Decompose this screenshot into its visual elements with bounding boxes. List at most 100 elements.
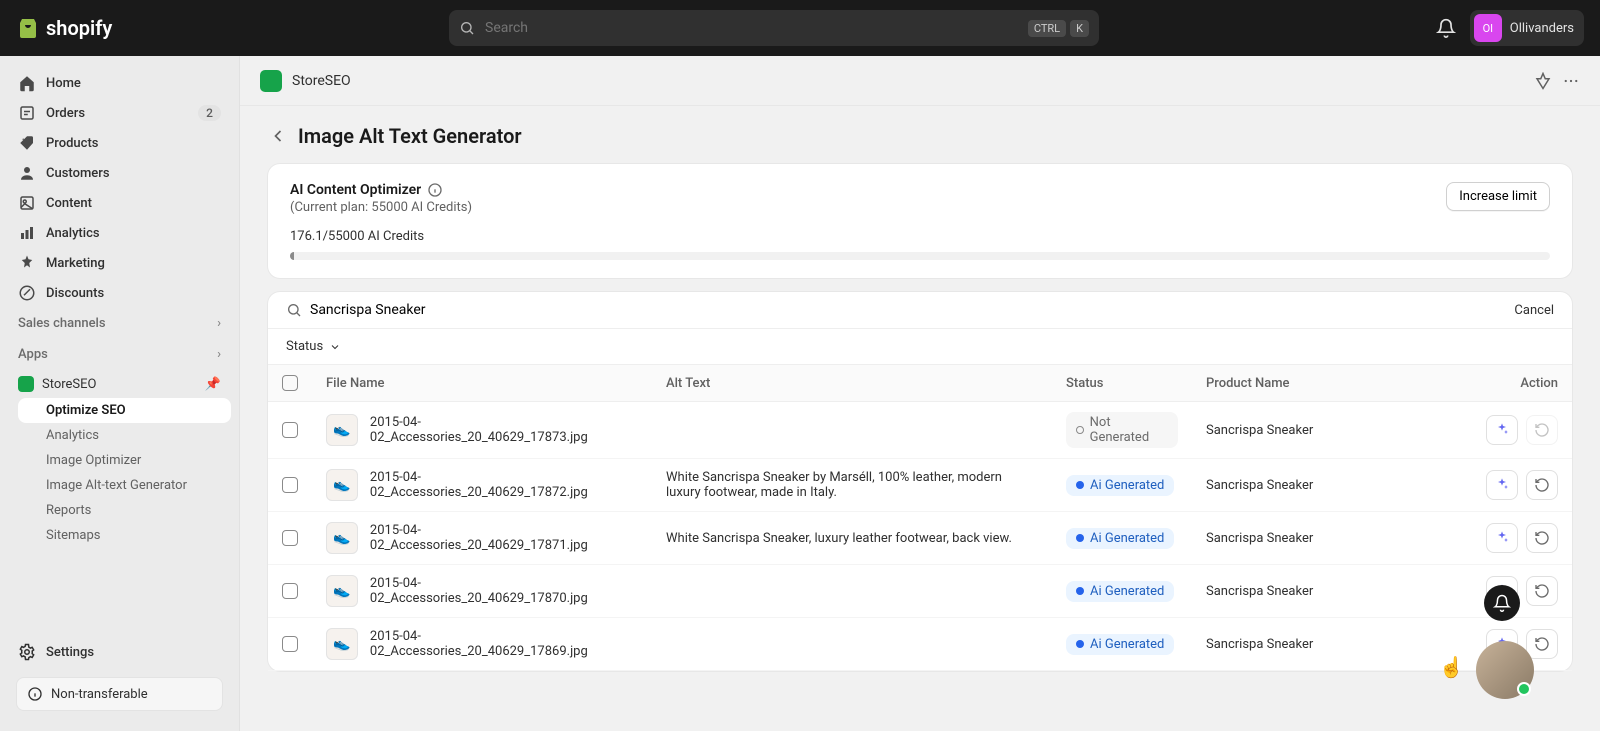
undo-button[interactable] (1526, 576, 1558, 606)
generate-button[interactable] (1486, 415, 1518, 445)
sidebar-item-alt-generator[interactable]: Image Alt-text Generator (18, 473, 231, 498)
app-name: StoreSEO (292, 73, 351, 89)
table-search-input[interactable] (310, 302, 1504, 318)
home-icon (18, 74, 36, 92)
sidebar-item-storeseo[interactable]: StoreSEO 📌 (8, 370, 231, 398)
nav-content[interactable]: Content (8, 188, 231, 218)
nav-marketing[interactable]: Marketing (8, 248, 231, 278)
select-all-checkbox[interactable] (282, 375, 298, 391)
undo-button[interactable] (1526, 470, 1558, 500)
image-opt-label: Image Optimizer (46, 453, 141, 468)
alt-text-cell (652, 618, 1052, 671)
product-name: Sancrispa Sneaker (1192, 565, 1452, 618)
sidebar: Home Orders2 Products Customers Content … (0, 56, 240, 731)
col-alt: Alt Text (652, 365, 1052, 402)
row-checkbox[interactable] (282, 477, 298, 493)
search-input[interactable] (485, 20, 1018, 36)
app-analytics-label: Analytics (46, 428, 99, 443)
apps-label: Apps (18, 347, 48, 362)
generate-button[interactable] (1486, 470, 1518, 500)
status-filter[interactable]: Status (286, 339, 341, 354)
table-row: 👟2015-04-02_Accessories_20_40629_17873.j… (268, 402, 1572, 459)
nav-home[interactable]: Home (8, 68, 231, 98)
row-checkbox[interactable] (282, 583, 298, 599)
product-name: Sancrispa Sneaker (1192, 618, 1452, 671)
credits-card: AI Content Optimizer (Current plan: 5500… (268, 164, 1572, 278)
col-product: Product Name (1192, 365, 1452, 402)
shopify-logo[interactable]: shopify (16, 16, 112, 40)
alt-gen-label: Image Alt-text Generator (46, 478, 187, 493)
info-icon[interactable] (427, 182, 443, 198)
apps-header[interactable]: Apps› (8, 339, 231, 370)
generate-button[interactable] (1486, 523, 1518, 553)
global-search[interactable]: CTRL K (449, 10, 1099, 46)
analytics-icon (18, 224, 36, 242)
back-button[interactable] (268, 126, 288, 146)
nav-customers-label: Customers (46, 166, 110, 181)
nav-orders[interactable]: Orders2 (8, 98, 231, 128)
sidebar-item-optimize-seo[interactable]: Optimize SEO (18, 398, 231, 423)
row-checkbox[interactable] (282, 530, 298, 546)
pin-icon[interactable]: 📌 (205, 377, 221, 392)
alt-text-cell (652, 565, 1052, 618)
undo-button[interactable] (1526, 523, 1558, 553)
gear-icon (18, 643, 36, 661)
shortcut-hint: CTRL K (1028, 20, 1089, 37)
product-name: Sancrispa Sneaker (1192, 459, 1452, 512)
username: Ollivanders (1510, 21, 1574, 36)
content-icon (18, 194, 36, 212)
status-badge: Not Generated (1066, 412, 1178, 448)
file-name: 2015-04-02_Accessories_20_40629_17871.jp… (370, 523, 638, 553)
file-name: 2015-04-02_Accessories_20_40629_17872.jp… (370, 470, 638, 500)
orders-icon (18, 104, 36, 122)
nav-orders-label: Orders (46, 106, 85, 121)
nav-analytics[interactable]: Analytics (8, 218, 231, 248)
credits-text: 176.1/55000 AI Credits (290, 229, 1550, 244)
progress-fill (290, 252, 294, 260)
row-checkbox[interactable] (282, 636, 298, 652)
bell-icon (1493, 594, 1511, 612)
nav-products[interactable]: Products (8, 128, 231, 158)
more-icon[interactable] (1562, 72, 1580, 90)
nav-marketing-label: Marketing (46, 256, 105, 271)
info-icon (27, 686, 43, 702)
sidebar-item-analytics[interactable]: Analytics (18, 423, 231, 448)
sidebar-item-image-optimizer[interactable]: Image Optimizer (18, 448, 231, 473)
storeseo-app-icon (18, 376, 34, 392)
table-row: 👟2015-04-02_Accessories_20_40629_17870.j… (268, 565, 1572, 618)
marketing-icon (18, 254, 36, 272)
nav-settings[interactable]: Settings (8, 635, 231, 669)
thumbnail: 👟 (326, 575, 358, 607)
chat-widget[interactable] (1476, 641, 1534, 699)
undo-button (1526, 415, 1558, 445)
chevron-right-icon: › (217, 316, 221, 331)
row-checkbox[interactable] (282, 422, 298, 438)
undo-button[interactable] (1526, 629, 1558, 659)
nav-customers[interactable]: Customers (8, 158, 231, 188)
table-row: 👟2015-04-02_Accessories_20_40629_17871.j… (268, 512, 1572, 565)
settings-label: Settings (46, 645, 94, 660)
cancel-button[interactable]: Cancel (1514, 303, 1554, 318)
reports-label: Reports (46, 503, 91, 518)
user-menu[interactable]: Ol Ollivanders (1470, 10, 1584, 46)
status-dot (1076, 640, 1084, 648)
non-transferable-label: Non-transferable (51, 687, 148, 702)
increase-limit-button[interactable]: Increase limit (1446, 182, 1550, 211)
floating-notifications[interactable] (1484, 585, 1520, 621)
table-row: 👟2015-04-02_Accessories_20_40629_17869.j… (268, 618, 1572, 671)
sidebar-storeseo-label: StoreSEO (42, 377, 97, 392)
kbd-ctrl: CTRL (1028, 20, 1066, 37)
nav-discounts[interactable]: Discounts (8, 278, 231, 308)
optimize-label: Optimize SEO (46, 403, 126, 418)
notifications-icon[interactable] (1436, 18, 1456, 38)
sidebar-item-sitemaps[interactable]: Sitemaps (18, 523, 231, 548)
table-search[interactable] (286, 302, 1504, 318)
kbd-k: K (1070, 20, 1089, 37)
pin-icon[interactable] (1534, 72, 1552, 90)
status-badge: Ai Generated (1066, 634, 1174, 655)
sidebar-item-reports[interactable]: Reports (18, 498, 231, 523)
non-transferable-notice: Non-transferable (16, 677, 223, 711)
optimizer-title: AI Content Optimizer (290, 182, 421, 198)
sales-channels-header[interactable]: Sales channels› (8, 308, 231, 339)
search-icon (286, 302, 302, 318)
